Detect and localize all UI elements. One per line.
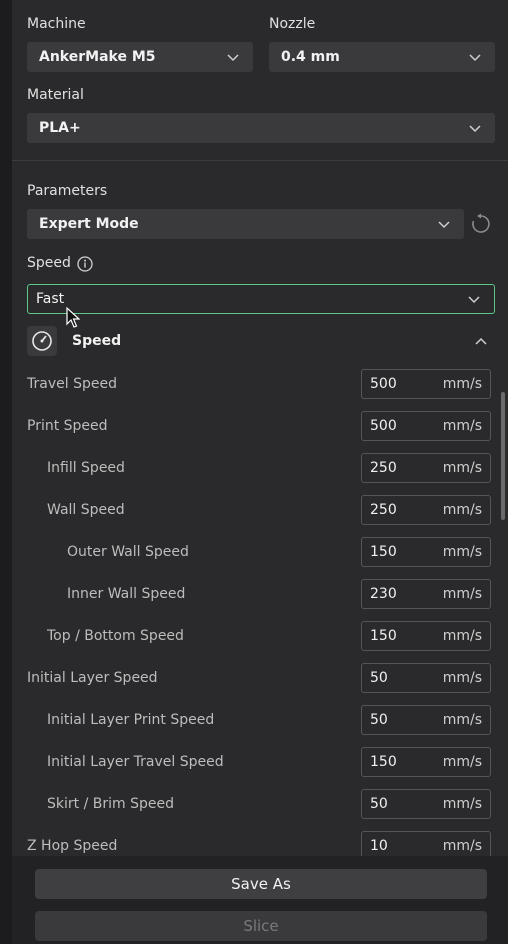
info-icon[interactable] [76,255,94,273]
wall-speed-value: 250 [370,502,397,518]
unit-label: mm/s [442,460,482,476]
chevron-down-icon [468,296,480,304]
material-dropdown[interactable]: PLA+ [27,113,495,143]
initial-layer-travel-speed-field[interactable]: 150 mm/s [361,747,491,777]
speed-label: Speed [27,255,71,271]
unit-label: mm/s [442,418,482,434]
row-label-wall-speed: Wall Speed [47,502,125,518]
outer-wall-speed-field[interactable]: 150 mm/s [361,537,491,567]
initial-layer-print-speed-value: 50 [370,712,388,728]
mouse-cursor-icon [66,307,80,328]
unit-label: mm/s [442,586,482,602]
section-title: Speed [72,333,122,349]
outer-wall-speed-value: 150 [370,544,397,560]
parameters-value: Expert Mode [39,216,139,232]
speed-preset-value: Fast [36,291,65,307]
chevron-down-icon [469,54,481,62]
unit-label: mm/s [442,796,482,812]
row-label-z-hop-speed: Z Hop Speed [27,838,118,854]
inner-wall-speed-field[interactable]: 230 mm/s [361,579,491,609]
row-label-travel-speed: Travel Speed [27,376,117,392]
unit-label: mm/s [442,544,482,560]
travel-speed-value: 500 [370,376,397,392]
material-value: PLA+ [39,120,81,136]
save-as-button[interactable]: Save As [35,869,487,899]
print-speed-value: 500 [370,418,397,434]
unit-label: mm/s [442,712,482,728]
machine-label: Machine [27,16,86,32]
speedometer-icon [27,326,57,356]
left-edge [0,0,12,944]
nozzle-value: 0.4 mm [281,49,340,65]
row-label-print-speed: Print Speed [27,418,108,434]
chevron-down-icon [227,54,239,62]
row-label-initial-layer-speed: Initial Layer Speed [27,670,158,686]
initial-layer-travel-speed-value: 150 [370,754,397,770]
unit-label: mm/s [442,838,482,854]
inner-wall-speed-value: 230 [370,586,397,602]
row-label-infill-speed: Infill Speed [47,460,125,476]
unit-label: mm/s [442,376,482,392]
machine-dropdown[interactable]: AnkerMake M5 [27,42,253,72]
skirt-brim-speed-field[interactable]: 50 mm/s [361,789,491,819]
row-label-skirt-brim-speed: Skirt / Brim Speed [47,796,174,812]
z-hop-speed-value: 10 [370,838,388,854]
reset-icon[interactable] [470,213,492,235]
row-label-outer-wall-speed: Outer Wall Speed [67,544,189,560]
unit-label: mm/s [442,754,482,770]
unit-label: mm/s [442,502,482,518]
chevron-up-icon[interactable] [474,335,488,347]
parameters-label: Parameters [27,183,108,199]
infill-speed-value: 250 [370,460,397,476]
travel-speed-field[interactable]: 500 mm/s [361,369,491,399]
top-bottom-speed-field[interactable]: 150 mm/s [361,621,491,651]
row-label-top-bottom-speed: Top / Bottom Speed [47,628,184,644]
nozzle-label: Nozzle [269,16,316,32]
parameters-dropdown[interactable]: Expert Mode [27,209,464,239]
initial-layer-speed-field[interactable]: 50 mm/s [361,663,491,693]
slice-button[interactable]: Slice [35,911,487,941]
top-bottom-speed-value: 150 [370,628,397,644]
nozzle-dropdown[interactable]: 0.4 mm [269,42,495,72]
initial-layer-print-speed-field[interactable]: 50 mm/s [361,705,491,735]
row-label-initial-layer-print-speed: Initial Layer Print Speed [47,712,215,728]
print-speed-field[interactable]: 500 mm/s [361,411,491,441]
material-label: Material [27,87,84,103]
scrollbar-thumb[interactable] [501,392,505,520]
chevron-down-icon [469,125,481,133]
machine-value: AnkerMake M5 [39,49,156,65]
chevron-down-icon [438,221,450,229]
divider [12,160,508,161]
speed-preset-dropdown[interactable]: Fast [27,284,495,314]
infill-speed-field[interactable]: 250 mm/s [361,453,491,483]
unit-label: mm/s [442,628,482,644]
wall-speed-field[interactable]: 250 mm/s [361,495,491,525]
row-label-initial-layer-travel-speed: Initial Layer Travel Speed [47,754,224,770]
skirt-brim-speed-value: 50 [370,796,388,812]
initial-layer-speed-value: 50 [370,670,388,686]
row-label-inner-wall-speed: Inner Wall Speed [67,586,186,602]
unit-label: mm/s [442,670,482,686]
